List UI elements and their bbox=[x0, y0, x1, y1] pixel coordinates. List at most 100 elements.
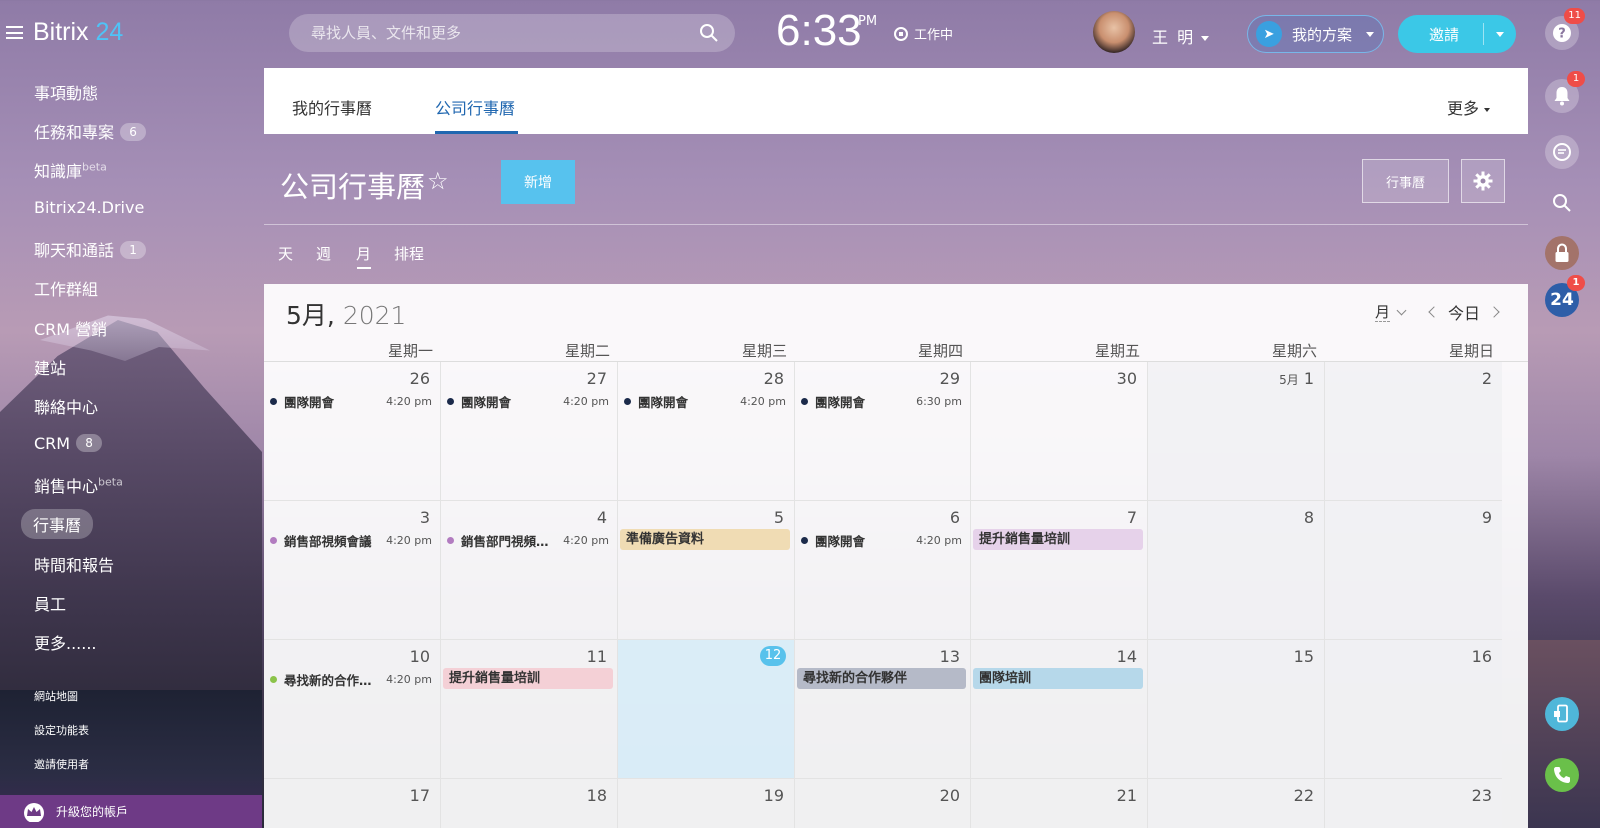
tab-company-calendar[interactable]: 公司行事曆 bbox=[435, 95, 515, 119]
day-cell[interactable]: 12 bbox=[618, 640, 795, 779]
view-week[interactable]: 週 bbox=[316, 243, 331, 264]
calendar-event[interactable]: 團隊開會 6:30 pm bbox=[801, 392, 962, 411]
chats-button[interactable] bbox=[1545, 135, 1579, 169]
add-button[interactable]: 新增 bbox=[501, 160, 575, 204]
menu-icon[interactable] bbox=[6, 26, 23, 39]
view-month[interactable]: 月 bbox=[356, 243, 371, 264]
calendars-button[interactable]: 行事曆 bbox=[1362, 159, 1449, 203]
day-cell[interactable]: 16 bbox=[1325, 640, 1502, 779]
sidebar-item-crm[interactable]: CRM 8 bbox=[34, 434, 103, 453]
sidebar-item-contact-center[interactable]: 聯絡中心 bbox=[34, 394, 98, 418]
day-cell[interactable]: 8 bbox=[1148, 501, 1325, 640]
upgrade-account-button[interactable]: 升級您的帳戶 bbox=[0, 795, 262, 828]
calendar-event-bar[interactable]: 尋找新的合作夥伴 bbox=[797, 668, 966, 689]
sidebar-item-chat[interactable]: 聊天和通話 1 bbox=[34, 237, 147, 261]
day-cell[interactable]: 19 bbox=[618, 779, 795, 828]
calendar-event[interactable]: 銷售部視頻會議 4:20 pm bbox=[270, 531, 432, 550]
caret-down-icon[interactable] bbox=[1496, 32, 1504, 37]
sidebar-item-sales-center[interactable]: 銷售中心beta bbox=[34, 473, 123, 497]
sidebar-item-more[interactable]: 更多...... bbox=[34, 630, 97, 654]
phone-button[interactable] bbox=[1545, 758, 1579, 792]
tab-my-calendar[interactable]: 我的行事曆 bbox=[292, 95, 372, 119]
day-cell[interactable]: 26 團隊開會 4:20 pm bbox=[264, 362, 441, 501]
search-icon[interactable] bbox=[699, 23, 719, 43]
calendar-event[interactable]: 團隊開會 4:20 pm bbox=[801, 531, 962, 550]
clock-time[interactable]: 6:33 bbox=[776, 6, 862, 56]
sidebar-item-sites[interactable]: 建站 bbox=[34, 355, 66, 379]
day-cell[interactable]: 13 尋找新的合作夥伴 bbox=[795, 640, 971, 779]
sidebar-item-workgroups[interactable]: 工作群組 bbox=[34, 276, 98, 300]
chevron-right-icon[interactable] bbox=[1488, 306, 1500, 318]
day-cell[interactable]: 21 bbox=[971, 779, 1148, 828]
settings-button[interactable] bbox=[1461, 159, 1505, 203]
sidebar-item-calendar[interactable]: 行事曆 bbox=[21, 509, 94, 539]
bitrix24-button[interactable]: 24 1 bbox=[1545, 275, 1585, 317]
event-dot bbox=[270, 398, 277, 405]
sidebar-item-crm-marketing[interactable]: CRM 營銷 bbox=[34, 316, 107, 340]
search-input[interactable]: 尋找人員、文件和更多 bbox=[289, 14, 735, 52]
day-cell[interactable]: 5 準備廣告資料 bbox=[618, 501, 795, 640]
day-cell[interactable]: 18 bbox=[441, 779, 618, 828]
day-cell[interactable]: 2 bbox=[1325, 362, 1502, 501]
calendar-event-bar[interactable]: 團隊培訓 bbox=[973, 668, 1143, 689]
help-button[interactable]: ? 11 bbox=[1545, 8, 1585, 50]
view-mode-select[interactable]: 月 bbox=[1375, 301, 1407, 322]
view-schedule[interactable]: 排程 bbox=[394, 243, 424, 264]
calendar-event[interactable]: 團隊開會 4:20 pm bbox=[447, 392, 609, 411]
mobile-app-button[interactable] bbox=[1545, 697, 1579, 731]
avatar[interactable] bbox=[1093, 11, 1135, 53]
day-cell[interactable]: 29 團隊開會 6:30 pm bbox=[795, 362, 971, 501]
sidebar-item-employees[interactable]: 員工 bbox=[34, 591, 66, 615]
sitemap-link[interactable]: 網站地圖 bbox=[34, 688, 78, 704]
chevron-left-icon[interactable] bbox=[1428, 306, 1440, 318]
sidebar-item-activity-stream[interactable]: 事項動態 bbox=[34, 80, 98, 104]
invite-button[interactable]: 邀請 bbox=[1398, 15, 1516, 53]
day-cell[interactable]: 10 尋找新的合作夥... 4:20 pm bbox=[264, 640, 441, 779]
day-cell[interactable]: 3 銷售部視頻會議 4:20 pm bbox=[264, 501, 441, 640]
event-dot bbox=[624, 398, 631, 405]
my-plan-button[interactable]: ➤ 我的方案 bbox=[1247, 15, 1384, 53]
day-cell[interactable]: 28 團隊開會 4:20 pm bbox=[618, 362, 795, 501]
day-cell[interactable]: 20 bbox=[795, 779, 971, 828]
day-cell[interactable]: 23 bbox=[1325, 779, 1502, 828]
calendar-event[interactable]: 團隊開會 4:20 pm bbox=[624, 392, 786, 411]
question-icon: ? bbox=[1553, 24, 1571, 42]
day-cell[interactable]: 11 提升銷售量培訓 bbox=[441, 640, 618, 779]
user-name: 王 明 bbox=[1152, 28, 1196, 47]
user-menu[interactable]: 王 明 bbox=[1152, 24, 1210, 48]
day-cell[interactable]: 30 bbox=[971, 362, 1148, 501]
notifications-button[interactable]: 1 bbox=[1545, 71, 1585, 113]
notification-badge: 1 bbox=[1567, 71, 1585, 87]
day-cell[interactable]: 5月 1 bbox=[1148, 362, 1325, 501]
calendar-event-bar[interactable]: 提升銷售量培訓 bbox=[973, 529, 1143, 550]
work-status[interactable]: 工作中 bbox=[894, 24, 953, 43]
calendar-event-bar[interactable]: 提升銷售量培訓 bbox=[443, 668, 613, 689]
brand-logo[interactable]: Bitrix 24 bbox=[33, 18, 123, 47]
calendar-event[interactable]: 尋找新的合作夥... 4:20 pm bbox=[270, 670, 432, 689]
day-cell[interactable]: 14 團隊培訓 bbox=[971, 640, 1148, 779]
today-button[interactable]: 今日 bbox=[1448, 300, 1480, 324]
weekday-header: 星期五 bbox=[1094, 342, 1140, 360]
tab-more[interactable]: 更多 bbox=[1447, 95, 1490, 119]
day-cell[interactable]: 15 bbox=[1148, 640, 1325, 779]
lock-button[interactable] bbox=[1545, 236, 1579, 270]
view-day[interactable]: 天 bbox=[278, 243, 293, 264]
day-cell[interactable]: 27 團隊開會 4:20 pm bbox=[441, 362, 618, 501]
sidebar-item-drive[interactable]: Bitrix24.Drive bbox=[34, 198, 144, 217]
day-cell[interactable]: 6 團隊開會 4:20 pm bbox=[795, 501, 971, 640]
sidebar-item-time-reports[interactable]: 時間和報告 bbox=[34, 552, 114, 576]
sidebar-item-tasks[interactable]: 任務和專案 6 bbox=[34, 119, 147, 143]
invite-users-link[interactable]: 邀請使用者 bbox=[34, 756, 89, 772]
search-button[interactable] bbox=[1545, 186, 1579, 220]
calendar-event[interactable]: 團隊開會 4:20 pm bbox=[270, 392, 432, 411]
configure-menu-link[interactable]: 設定功能表 bbox=[34, 722, 89, 738]
day-cell[interactable]: 7 提升銷售量培訓 bbox=[971, 501, 1148, 640]
calendar-event-bar[interactable]: 準備廣告資料 bbox=[620, 529, 790, 550]
calendar-event[interactable]: 銷售部門視頻會... 4:20 pm bbox=[447, 531, 609, 550]
star-icon[interactable]: ☆ bbox=[427, 167, 449, 195]
day-cell[interactable]: 9 bbox=[1325, 501, 1502, 640]
day-cell[interactable]: 17 bbox=[264, 779, 441, 828]
day-cell[interactable]: 22 bbox=[1148, 779, 1325, 828]
day-cell[interactable]: 4 銷售部門視頻會... 4:20 pm bbox=[441, 501, 618, 640]
sidebar-item-knowledge-base[interactable]: 知識庫beta bbox=[34, 158, 107, 182]
